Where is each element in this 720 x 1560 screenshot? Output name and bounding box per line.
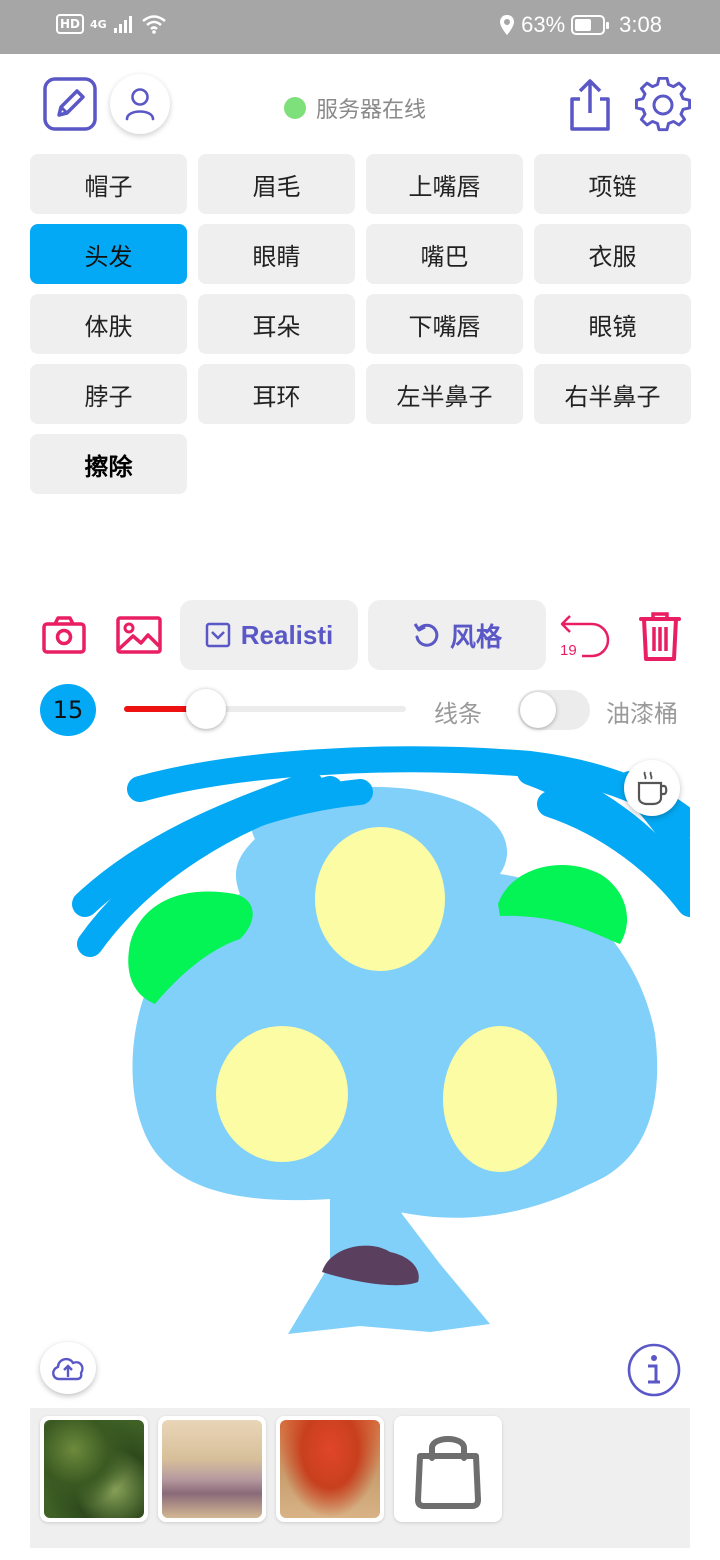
brush-size-slider[interactable] [124, 689, 406, 729]
wifi-icon [141, 15, 166, 34]
refresh-icon [413, 623, 439, 647]
style-model-select[interactable]: Realisti [180, 600, 358, 670]
cloud-upload-icon[interactable] [40, 1342, 96, 1394]
feature-tag[interactable]: 眼镜 [534, 294, 691, 354]
feature-tag[interactable]: 体肤 [30, 294, 187, 354]
thumbnail-green-foliage [44, 1420, 144, 1518]
gallery-item[interactable] [276, 1416, 384, 1522]
feature-tag[interactable]: 脖子 [30, 364, 187, 424]
bucket-mode-label: 油漆桶 [606, 700, 678, 728]
style-button-label: 风格 [449, 621, 502, 652]
feature-tag[interactable]: 嘴巴 [366, 224, 523, 284]
brush-size-badge: 15 [40, 684, 96, 736]
feature-tag[interactable]: 帽子 [30, 154, 187, 214]
clock: 3:08 [619, 12, 662, 37]
feature-tag[interactable]: 上嘴唇 [366, 154, 523, 214]
brush-controls: 15 线条 油漆桶 [0, 684, 720, 736]
bucket-toggle[interactable] [518, 690, 590, 730]
feature-tag[interactable]: 衣服 [534, 224, 691, 284]
top-bar: 服务器在线 [0, 72, 720, 136]
feature-tag[interactable]: 左半鼻子 [366, 364, 523, 424]
network-label: 4G [90, 17, 107, 31]
toggle-knob [520, 692, 556, 728]
edit-drawing-icon[interactable] [40, 74, 100, 134]
checkbox-dropdown-icon [205, 622, 230, 648]
battery-percent: 63% [521, 12, 566, 37]
sketch-top-circle [315, 827, 445, 971]
feature-tag[interactable]: 耳朵 [198, 294, 355, 354]
location-icon [500, 15, 515, 35]
battery-icon [571, 15, 610, 35]
image-gallery-icon[interactable] [114, 612, 164, 658]
feature-tag[interactable]: 头发 [30, 224, 187, 284]
sketch-drawing [72, 746, 690, 1334]
sketch-right-circle [443, 1026, 557, 1172]
feature-tag[interactable]: 眉毛 [198, 154, 355, 214]
line-mode-label: 线条 [434, 700, 482, 728]
result-gallery [30, 1408, 690, 1548]
feature-tag[interactable]: 眼睛 [198, 224, 355, 284]
server-status: 服务器在线 [284, 92, 426, 124]
server-status-dot [284, 97, 306, 119]
thumbnail-red-tree [280, 1420, 380, 1518]
settings-gear-icon[interactable] [634, 76, 692, 134]
undo-count: 19 [560, 642, 577, 659]
store-button[interactable] [394, 1416, 502, 1522]
thumbnail-rock-flowers [162, 1420, 262, 1518]
hd-icon: HD [56, 14, 85, 34]
status-right: 63% 3:08 [499, 12, 662, 38]
erase-button[interactable]: 擦除 [30, 434, 187, 494]
feature-tag[interactable]: 右半鼻子 [534, 364, 691, 424]
slider-thumb[interactable] [186, 689, 226, 729]
style-model-label: Realisti [240, 619, 334, 650]
tool-row: Realisti 风格 19 [0, 600, 720, 670]
drawing-canvas[interactable] [30, 744, 690, 1364]
feature-tag[interactable]: 下嘴唇 [366, 294, 523, 354]
server-status-label: 服务器在线 [316, 98, 427, 123]
feature-tag[interactable]: 耳环 [198, 364, 355, 424]
trash-icon[interactable] [632, 608, 688, 664]
feature-tag[interactable]: 项链 [534, 154, 691, 214]
shopping-bag-icon [415, 1436, 481, 1509]
sketch-left-circle [216, 1026, 348, 1162]
undo-button[interactable]: 19 [556, 608, 616, 664]
feature-tag-grid: 帽子 眉毛 上嘴唇 项链头发 眼睛 嘴巴 衣服体肤 耳朵 下嘴唇 眼镜脖子 耳环 左半鼻子 右半鼻子擦除 [30, 154, 691, 494]
camera-icon[interactable] [40, 612, 88, 658]
share-icon[interactable] [564, 76, 616, 134]
coffee-cup-icon[interactable] [624, 760, 680, 816]
profile-avatar[interactable] [110, 74, 170, 134]
info-icon[interactable] [626, 1342, 682, 1398]
signal-icon [113, 16, 132, 33]
style-button[interactable]: 风格 [368, 600, 546, 670]
gallery-item[interactable] [158, 1416, 266, 1522]
user-icon [125, 88, 155, 121]
gallery-item[interactable] [40, 1416, 148, 1522]
status-bar: HD 4G 63% 3:08 [0, 0, 720, 54]
status-left: HD 4G [56, 14, 167, 34]
